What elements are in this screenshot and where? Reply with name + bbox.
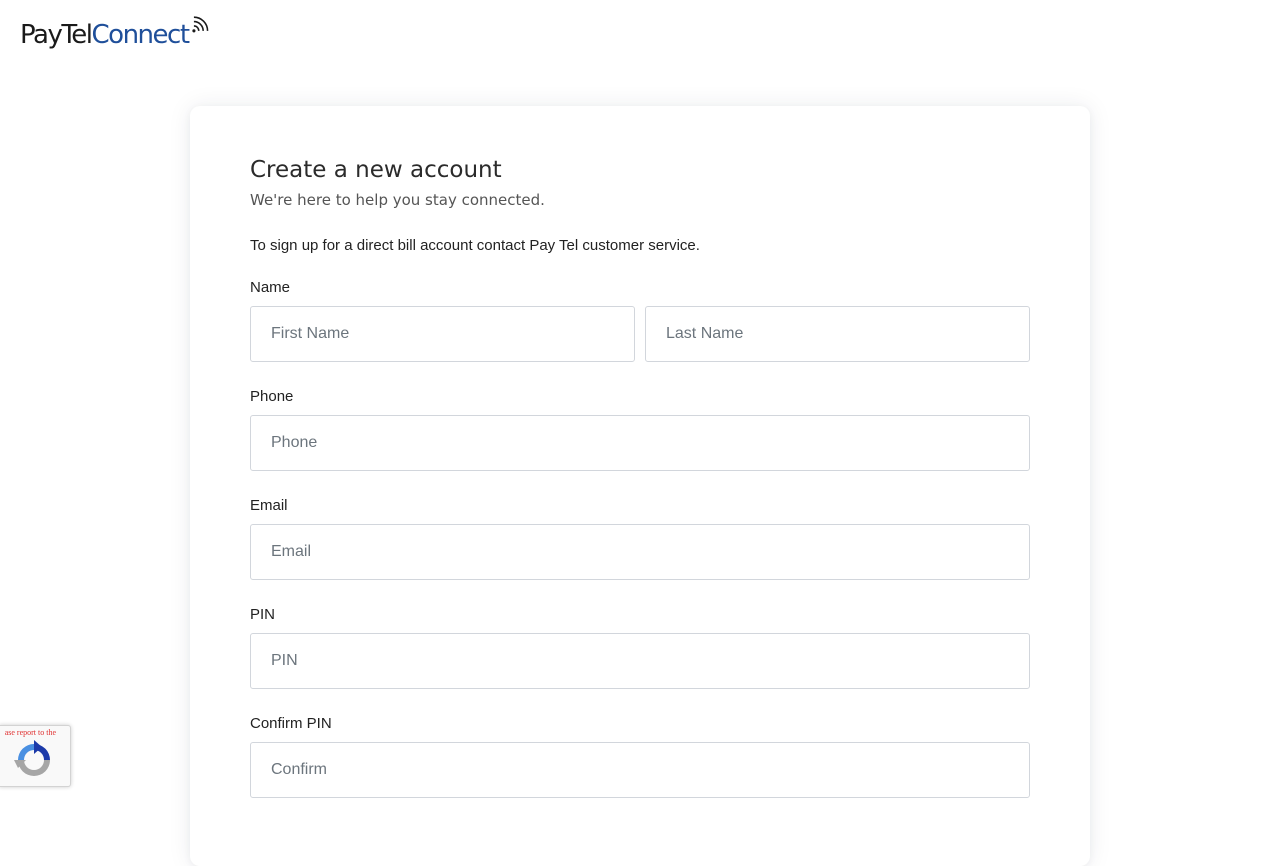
email-label: Email [250,497,288,514]
name-label: Name [250,279,291,296]
recaptcha-badge[interactable]: ase report to the [0,725,71,787]
email-field-group: Email [250,496,1030,580]
phone-input[interactable] [250,415,1030,471]
confirm-pin-input[interactable] [250,742,1030,798]
name-row [250,306,1030,362]
signup-card: Create a new account We're here to help … [190,106,1090,866]
paytel-connect-logo[interactable]: PayTelConnect [20,14,210,50]
pin-label: PIN [250,606,276,623]
confirm-pin-label: Confirm PIN [250,715,332,732]
page-subtitle: We're here to help you stay connected. [250,191,545,209]
logo-text-paytel: PayTel [20,20,93,50]
signup-form: Create a new account We're here to help … [250,154,1030,798]
signal-waves-icon [191,16,208,33]
top-bar: PayTelConnect [0,0,1280,70]
phone-field-group: Phone [250,387,1030,471]
logo-text: PayTelConnect [20,20,191,50]
pin-field-group: PIN [250,605,1030,689]
email-input[interactable] [250,524,1030,580]
phone-label: Phone [250,388,294,405]
pin-input[interactable] [250,633,1030,689]
page-title: Create a new account [250,157,502,183]
last-name-input[interactable] [645,306,1030,362]
recaptcha-warning-text: ase report to the [4,728,56,737]
recaptcha-icon [14,740,50,776]
confirm-pin-field-group: Confirm PIN [250,714,1030,798]
logo-text-connect: Connect [91,20,191,50]
direct-bill-notice: To sign up for a direct bill account con… [250,237,700,254]
name-field-group: Name [250,278,1030,362]
first-name-input[interactable] [250,306,635,362]
